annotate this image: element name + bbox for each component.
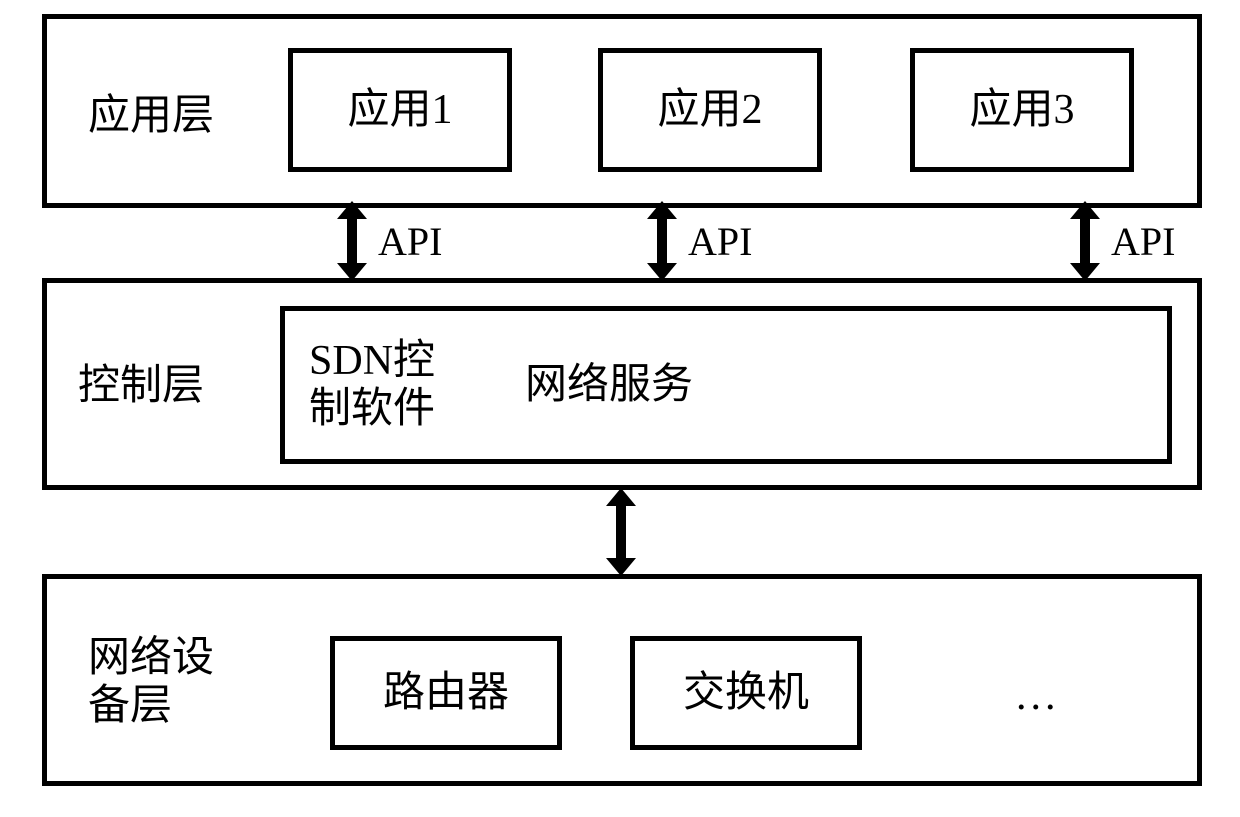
sdn-software-label: SDN控 制软件 (309, 337, 435, 434)
device-layer-title: 网络设 备层 (88, 634, 214, 731)
sdn-architecture-diagram: 应用层 应用1 应用2 应用3 API API API 控制层 SDN控 制软件… (0, 0, 1240, 817)
switch-label: 交换机 (683, 669, 809, 717)
api-label-3: API (1111, 218, 1175, 265)
app-1-box: 应用1 (288, 48, 512, 172)
api-arrow-3 (1070, 201, 1100, 281)
control-inner-box: SDN控 制软件 网络服务 (280, 306, 1172, 464)
device-ellipsis: ... (1016, 672, 1060, 720)
api-arrow-2 (647, 201, 677, 281)
control-layer-title: 控制层 (78, 362, 204, 410)
app-3-box: 应用3 (910, 48, 1134, 172)
api-arrow-1 (337, 201, 367, 281)
app-3-label: 应用3 (969, 86, 1074, 134)
switch-box: 交换机 (630, 636, 862, 750)
control-device-arrow (606, 488, 636, 576)
api-label-1: API (378, 218, 442, 265)
network-service-label: 网络服务 (525, 361, 693, 409)
app-1-label: 应用1 (347, 86, 452, 134)
router-label: 路由器 (383, 669, 509, 717)
app-2-box: 应用2 (598, 48, 822, 172)
api-label-2: API (688, 218, 752, 265)
app-2-label: 应用2 (657, 86, 762, 134)
application-layer-title: 应用层 (88, 92, 214, 140)
router-box: 路由器 (330, 636, 562, 750)
